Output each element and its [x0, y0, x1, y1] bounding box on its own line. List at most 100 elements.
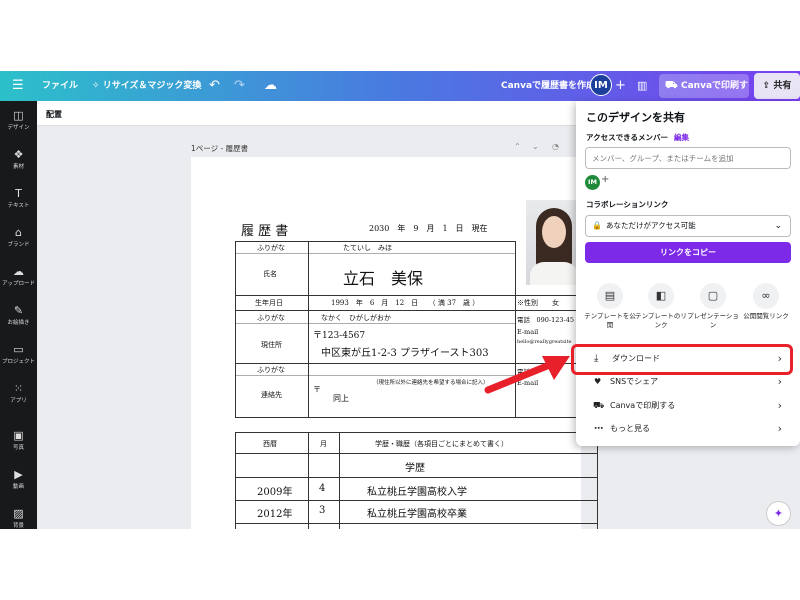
template-link-icon[interactable]: ◧	[648, 283, 674, 309]
document-title[interactable]: Canvaで履歴書を作成	[501, 71, 595, 101]
postal-code: 〒123-4567	[313, 331, 366, 341]
history-month-header: 月	[320, 440, 327, 448]
phone: 電話 090-123-45	[517, 316, 574, 324]
history-row-text: 私立桃丘学園高校入学	[367, 487, 467, 498]
contact-same: 同上	[333, 394, 349, 403]
page-up-icon[interactable]: ⌃	[514, 142, 521, 151]
page-label[interactable]: 1ページ - 履歴書	[191, 143, 248, 154]
sidebar-item-videos[interactable]: ▶ 動画	[0, 468, 37, 490]
share-action-label: テンプレートのリンク	[635, 312, 687, 329]
history-row-text: 私立桃丘学園高校卒業	[367, 509, 467, 520]
magic-assistant-icon[interactable]: ✦	[766, 501, 791, 526]
add-member-icon[interactable]: +	[615, 71, 626, 101]
presentation-icon[interactable]: ▢	[700, 283, 726, 309]
history-year-header: 西暦	[263, 440, 277, 448]
elements-icon: ❖	[13, 148, 24, 161]
text-icon: T	[15, 187, 22, 200]
sidebar-item-elements[interactable]: ❖ 素材	[0, 148, 37, 170]
share-upload-icon: ⇪	[762, 81, 771, 91]
birth-label: 生年月日	[255, 299, 283, 307]
print-button[interactable]: ⛟ Canvaで印刷する	[659, 74, 749, 115]
table-border	[235, 375, 515, 376]
email: hello@reallygreatsite	[517, 339, 572, 345]
cloud-saved-icon[interactable]: ☁	[264, 71, 277, 101]
table-border	[597, 432, 598, 532]
sidebar-item-projects[interactable]: ▭ プロジェクト	[0, 343, 37, 365]
sidebar-item-photos[interactable]: ▣ 写真	[0, 429, 37, 451]
member-avatar[interactable]: IM	[585, 175, 600, 190]
page-down-icon[interactable]: ⌄	[532, 142, 539, 151]
redo-icon[interactable]: ↷	[234, 71, 245, 101]
share-button[interactable]: ⇪ 共有	[754, 73, 800, 99]
sidebar-item-uploads[interactable]: ☁ アップロード	[0, 265, 37, 287]
bottom-whitespace	[0, 529, 800, 600]
access-select[interactable]: 🔒 あなただけがアクセス可能 ⌄	[585, 215, 791, 237]
name-label: 氏名	[263, 270, 277, 278]
history-row-year: 2012年	[257, 509, 293, 520]
history-row-year: 2009年	[257, 487, 293, 498]
table-border	[235, 253, 515, 254]
folder-icon: ▭	[13, 343, 24, 356]
sidebar-item-brand[interactable]: ⌂ ブランド	[0, 226, 37, 248]
table-border	[235, 241, 515, 242]
position-button[interactable]: 配置	[46, 109, 62, 120]
share-action-label: プレゼンテーション	[687, 312, 739, 329]
table-border	[235, 432, 598, 433]
file-menu[interactable]: ファイル	[42, 71, 78, 101]
resume-date: 2030 年 9 月 1 日 現在	[369, 224, 488, 233]
member-search-input[interactable]	[585, 147, 791, 169]
furigana-label: ふりがな	[257, 244, 285, 252]
sidebar-item-background[interactable]: ▨ 背景	[0, 507, 37, 529]
lock-icon[interactable]: ◔	[552, 142, 559, 151]
menu-print[interactable]: ⛟ Canvaで印刷する ›	[586, 395, 790, 417]
sidebar-item-draw[interactable]: ✎ お絵描き	[0, 304, 37, 326]
left-sidebar: ◫ デザイン ❖ 素材 T テキスト ⌂ ブランド ☁ アップロード ✎ お絵描き ▭ プロジ…	[0, 101, 37, 529]
contact-furigana-label: ふりがな	[257, 366, 285, 374]
undo-icon[interactable]: ↶	[209, 71, 220, 101]
user-avatar[interactable]: IM	[590, 74, 612, 96]
full-name: 立石 美保	[343, 269, 424, 288]
birth-date: 1993 年 6 月 12 日 （ 満 37 歳 ）	[331, 299, 480, 307]
add-member-plus-icon[interactable]: +	[601, 174, 609, 185]
resume-page[interactable]: 履 歴 書 2030 年 9 月 1 日 現在 ふりがな たていし みほ 氏名 …	[191, 157, 625, 532]
resume-title: 履 歴 書	[241, 224, 289, 239]
profile-photo[interactable]	[526, 200, 581, 285]
upload-icon: ☁	[13, 265, 24, 278]
menu-icon[interactable]: ☰	[12, 71, 24, 101]
truck-icon: ⛟	[665, 80, 678, 91]
sidebar-item-design[interactable]: ◫ デザイン	[0, 109, 37, 131]
photo-shirt	[530, 262, 578, 285]
history-row-month: 3	[319, 505, 326, 516]
share-action-label: テンプレートを公開	[584, 312, 636, 329]
sidebar-item-text[interactable]: T テキスト	[0, 187, 37, 209]
draw-icon: ✎	[13, 304, 24, 317]
table-border	[235, 310, 625, 311]
contact-note: （現住所以外に連絡先を希望する場合に記入）	[373, 380, 489, 386]
access-label: アクセスできるメンバー	[586, 133, 668, 142]
access-option: あなただけがアクセス可能	[606, 221, 696, 230]
apps-icon: ⁙	[13, 382, 24, 395]
menu-label: もっと見る	[610, 424, 650, 433]
table-border	[235, 523, 598, 524]
copy-link-button[interactable]: リンクをコピー	[585, 242, 791, 263]
resize-button[interactable]: ✧ リサイズ＆マジック変換	[92, 71, 201, 101]
table-border	[235, 432, 236, 532]
sex-field: ※性別 女	[517, 299, 559, 307]
truck-icon: ⛟	[593, 401, 605, 411]
share-panel-title: このデザインを共有	[586, 111, 685, 124]
furigana-name: たていし みほ	[343, 244, 392, 252]
collab-link-label: コラボレーションリンク	[586, 200, 669, 209]
menu-more[interactable]: ⋯ もっと見る ›	[586, 418, 790, 440]
edit-link[interactable]: 編集	[674, 132, 689, 143]
menu-label: Canvaで印刷する	[610, 401, 676, 410]
table-border	[235, 323, 515, 324]
table-border	[235, 295, 625, 296]
table-border	[339, 432, 340, 532]
insights-icon[interactable]: ▥	[637, 71, 647, 101]
photo-icon: ▣	[13, 429, 24, 442]
public-link-icon[interactable]: ∞	[753, 283, 779, 309]
sidebar-item-apps[interactable]: ⁙ アプリ	[0, 382, 37, 404]
table-border	[235, 241, 236, 417]
more-icon: ⋯	[594, 424, 603, 434]
template-publish-icon[interactable]: ▤	[597, 283, 623, 309]
